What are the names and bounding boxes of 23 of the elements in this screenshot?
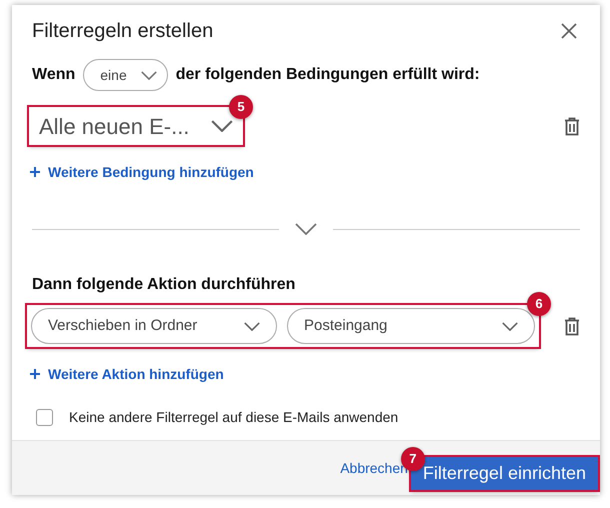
section-heading: Dann folgende Aktion durchführen (32, 275, 296, 295)
match-select[interactable]: eine (83, 59, 168, 91)
add-action-link[interactable]: Weitere Aktion hinzufügen (30, 364, 224, 384)
chevron-down-icon (244, 322, 260, 330)
chevron-down-icon (502, 322, 518, 330)
checkbox[interactable] (36, 409, 53, 426)
plus-icon (30, 167, 40, 177)
condition-prefix: Wenn (32, 65, 76, 85)
trash-icon[interactable] (564, 316, 580, 336)
trash-icon[interactable] (564, 116, 580, 136)
chevron-down-icon[interactable] (295, 223, 317, 235)
step-badge: 6 (527, 292, 551, 316)
dialog-title: Filterregeln erstellen (32, 19, 214, 43)
condition-suffix: der folgenden Bedingungen erfüllt wird: (176, 65, 480, 85)
step-badge: 5 (229, 95, 253, 119)
cancel-link[interactable]: Abbrechen (340, 458, 408, 478)
chevron-down-icon (140, 70, 157, 80)
add-condition-link[interactable]: Weitere Bedingung hinzufügen (30, 162, 254, 182)
action-select[interactable]: Posteingang (287, 308, 535, 344)
plus-icon (30, 369, 40, 379)
checkbox-label: Keine andere Filterregel auf diese E-Mails anwenden (69, 408, 398, 427)
action-select[interactable]: Verschieben in Ordner (31, 308, 277, 344)
chevron-down-icon (211, 120, 233, 132)
